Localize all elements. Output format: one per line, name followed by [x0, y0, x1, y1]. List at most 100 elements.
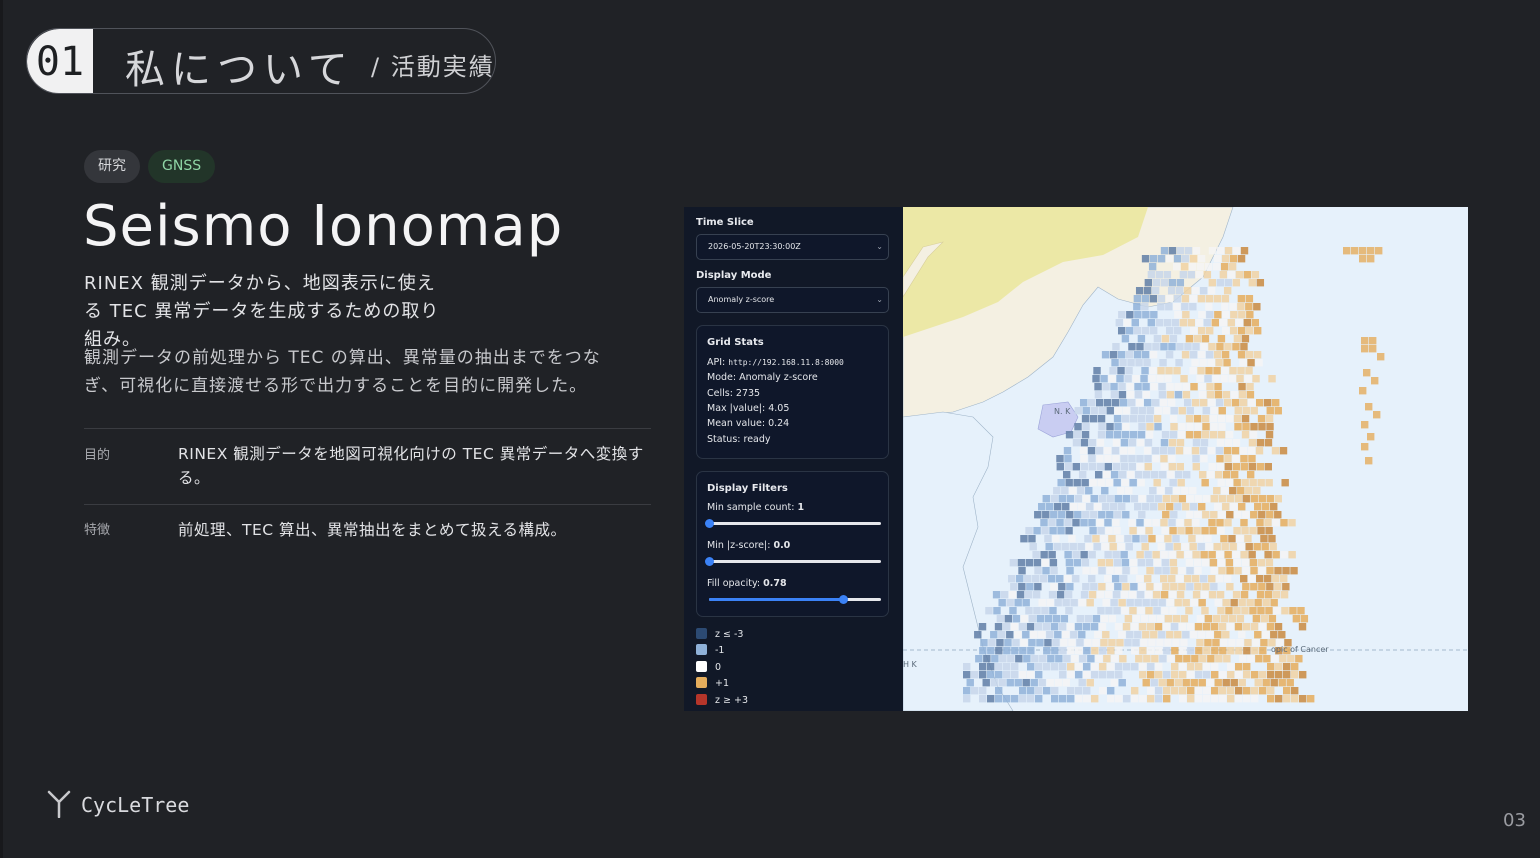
grid-cell [1042, 567, 1050, 575]
grid-cell [1175, 287, 1184, 295]
grid-cell [1246, 599, 1254, 607]
grid-cell [1112, 519, 1120, 527]
grid-cell [1070, 503, 1078, 511]
grid-cell [1235, 319, 1243, 327]
grid-cell [1142, 383, 1150, 391]
grid-cell [1128, 591, 1137, 599]
grid-cell [1052, 639, 1060, 647]
grid-cell [1179, 647, 1187, 655]
grid-cell [1250, 423, 1258, 431]
grid-cell [1176, 279, 1185, 287]
grid-cell [1148, 639, 1156, 647]
grid-cell [1220, 263, 1229, 271]
grid-cell [1246, 311, 1254, 319]
grid-cell [1236, 375, 1244, 383]
grid-cell [1093, 367, 1101, 375]
grid-cell [1256, 439, 1265, 447]
fill-opacity-slider[interactable] [709, 595, 881, 604]
grid-cell [991, 655, 999, 663]
grid-cell [1158, 391, 1167, 399]
grid-cell [1121, 607, 1129, 615]
grid-cell [1066, 583, 1074, 591]
grid-cell [1159, 359, 1167, 367]
grid-cell [1123, 695, 1131, 703]
grid-cell [1058, 583, 1066, 591]
grid-cell [1031, 655, 1039, 663]
grid-cell [1228, 639, 1236, 647]
grid-cell [1163, 687, 1171, 695]
grid-cell [1230, 599, 1238, 607]
min-zscore-slider[interactable] [705, 557, 881, 566]
grid-cell [1208, 343, 1216, 351]
grid-cell [1211, 695, 1219, 703]
grid-cell [1202, 623, 1211, 631]
grid-cell [1178, 407, 1186, 415]
grid-cell [1213, 367, 1221, 375]
grid-cell [1101, 543, 1109, 551]
grid-cell [1006, 631, 1014, 639]
grid-cell [1090, 623, 1099, 631]
grid-cell [1169, 479, 1177, 487]
grid-cell [1088, 455, 1096, 463]
grid-cell [1118, 471, 1127, 479]
display-mode-select[interactable]: Anomaly z-score ⌄ [696, 287, 889, 313]
grid-cell [1051, 687, 1059, 695]
grid-cell [1082, 511, 1090, 519]
grid-cell [1082, 623, 1091, 631]
grid-cell [1237, 295, 1246, 303]
grid-cell [1160, 439, 1169, 447]
grid-cell [1233, 335, 1242, 343]
grid-cell [1234, 567, 1242, 575]
grid-cell [1040, 519, 1048, 527]
grid-cell [998, 599, 1006, 607]
grid-cell [1166, 679, 1174, 687]
grid-cell [1267, 663, 1275, 671]
slider-handle[interactable] [705, 519, 714, 528]
grid-cell [1138, 495, 1146, 503]
grid-cell [1222, 311, 1230, 319]
grid-cell [1217, 607, 1225, 615]
grid-cell [1219, 695, 1227, 703]
slider-handle[interactable] [839, 595, 849, 604]
grid-cell [1212, 639, 1220, 647]
grid-cell [1129, 559, 1138, 567]
time-slice-select[interactable]: 2026-05-20T23:30:00Z ⌄ [696, 234, 889, 260]
grid-cell [1110, 679, 1118, 687]
grid-cell [1150, 503, 1158, 511]
grid-cell [1111, 399, 1120, 407]
grid-cell [1185, 527, 1193, 535]
grid-cell [1216, 551, 1224, 559]
grid-cell [1195, 663, 1203, 671]
grid-cell [1124, 535, 1132, 543]
grid-cell [1196, 639, 1204, 647]
grid-cell [1014, 679, 1022, 687]
grid-cell [1142, 599, 1150, 607]
grid-cell [1203, 319, 1211, 327]
display-mode-label: Display Mode [696, 270, 772, 281]
grid-cell [1257, 559, 1266, 567]
grid-cell [1154, 495, 1162, 503]
grid-cell [1159, 447, 1168, 455]
grid-cell [1145, 527, 1153, 535]
grid-cell [1081, 479, 1089, 487]
slider-handle[interactable] [705, 557, 714, 566]
grid-cell [1238, 599, 1246, 607]
grid-cell [1224, 519, 1232, 527]
map-canvas[interactable] [903, 207, 1468, 711]
grid-cell [1218, 623, 1227, 631]
grid-cell [963, 695, 971, 703]
grid-cell [1367, 255, 1375, 263]
grid-cell [1249, 479, 1257, 487]
grid-cell [1194, 567, 1202, 575]
grid-cell [1243, 319, 1251, 327]
min-sample-slider[interactable] [705, 519, 881, 528]
grid-cell [1361, 337, 1369, 345]
stat-cells: Cells: 2735 [707, 388, 761, 399]
grid-cell [983, 655, 991, 663]
grid-cell [1216, 279, 1225, 287]
anomaly-map[interactable]: opic of Cancer N. K H K [903, 207, 1468, 711]
grid-cell [1258, 495, 1266, 503]
grid-cell [1221, 487, 1229, 495]
grid-cell [1226, 567, 1234, 575]
grid-cell [1263, 399, 1272, 407]
